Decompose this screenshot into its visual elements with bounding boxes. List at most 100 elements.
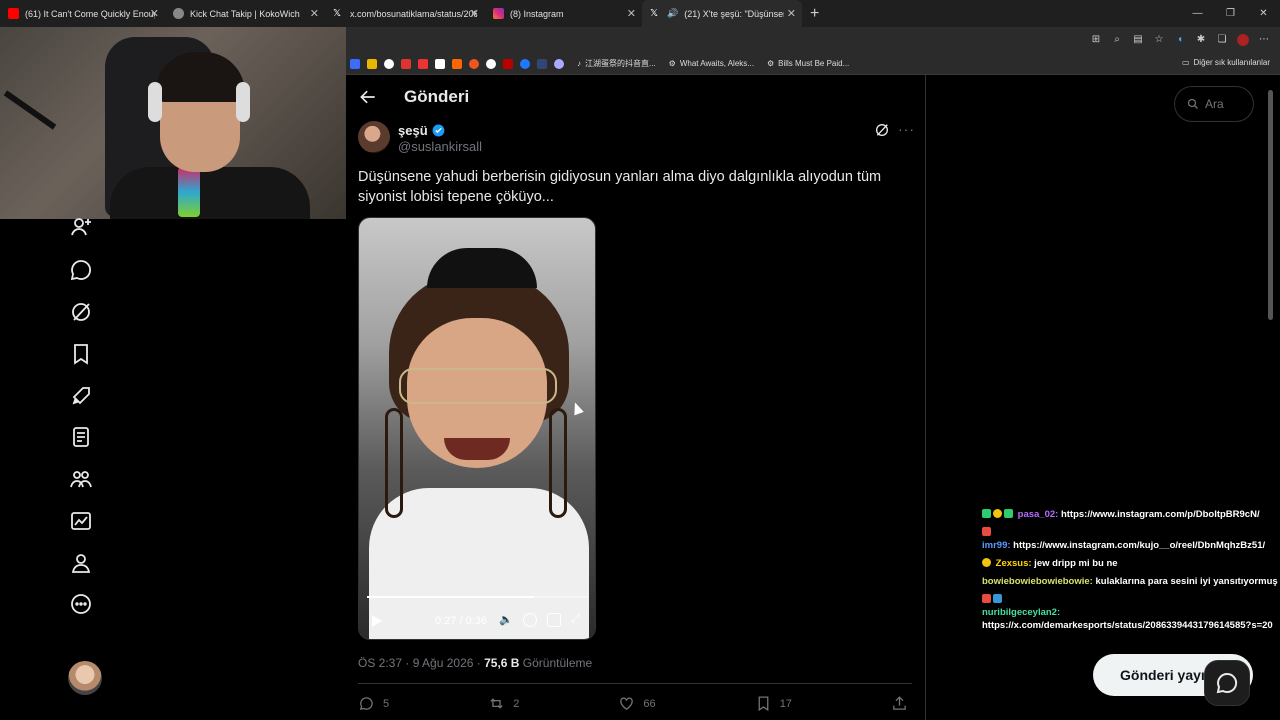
settings-icon[interactable] <box>523 613 537 627</box>
chat-message: nuribilgeceylan2: https://x.com/demarkes… <box>982 593 1278 632</box>
messages-button[interactable] <box>1204 660 1250 706</box>
reader-icon[interactable]: ▤ <box>1132 34 1144 46</box>
chat-icon[interactable] <box>69 258 93 282</box>
close-tab-icon[interactable]: ✕ <box>310 7 319 20</box>
browser-tab-kick-chat[interactable]: Kick Chat Takip | KokoWich ✕ <box>165 0 325 27</box>
reply-button[interactable]: 5 <box>358 695 389 712</box>
stream-chat-overlay: pasa_02: https://www.instagram.com/p/Dbo… <box>982 508 1278 637</box>
video-player[interactable]: 0:27 / 0:36 🔈 ⤢ <box>358 217 596 640</box>
heart-icon <box>620 697 634 710</box>
divider <box>358 683 912 684</box>
bookmark-item[interactable]: ♪ 江湖蛋祭的抖音直... <box>577 58 656 69</box>
bookmark-item[interactable]: ⚙ Bills Must Be Paid... <box>767 59 849 68</box>
browser-tab-x-post-active[interactable]: 𝕏 🔊 (21) X'te şeşü: "Düşünsene ya ✕ <box>642 0 802 27</box>
bookmark-favicon[interactable] <box>520 58 530 69</box>
post-detail-column: Gönderi şeşü @suslankirsall ··· Düşünsen… <box>346 75 926 720</box>
bookmark-favicon[interactable] <box>452 58 462 69</box>
chat-message: pasa_02: https://www.instagram.com/p/Dbo… <box>982 508 1278 521</box>
follow-icon[interactable] <box>69 215 93 239</box>
more-options-icon[interactable]: ··· <box>898 121 915 137</box>
browser-tab-x-status[interactable]: 𝕏 x.com/bosunatiklama/status/2086 ✕ <box>325 0 485 27</box>
bookmark-favicon[interactable] <box>401 58 411 69</box>
repost-button[interactable]: 2 <box>488 695 519 712</box>
steam-icon: ⚙ <box>766 59 775 68</box>
repost-icon <box>490 698 503 709</box>
favorite-star-icon[interactable]: ☆ <box>1153 34 1165 46</box>
headphone-left <box>148 82 162 122</box>
close-tab-icon[interactable]: ✕ <box>470 7 479 20</box>
bookmark-favicon[interactable] <box>469 58 479 69</box>
like-button[interactable]: 66 <box>618 695 656 712</box>
video-control-icons: 🔈 ⤢ <box>499 613 585 627</box>
communities-icon[interactable] <box>69 467 93 491</box>
youtube-icon <box>8 8 19 19</box>
play-icon[interactable] <box>371 614 383 628</box>
extensions-icon[interactable]: ✱ <box>1195 34 1207 46</box>
back-arrow-icon[interactable] <box>358 87 378 107</box>
volume-icon[interactable]: 🔈 <box>499 613 513 627</box>
read-aloud-icon[interactable]: ◖ <box>1174 34 1186 46</box>
speaker-icon[interactable]: 🔊 <box>667 8 678 19</box>
other-bookmarks[interactable]: ▭ Diğer sık kullanılanlar <box>1182 58 1270 67</box>
grok-icon[interactable] <box>874 122 890 138</box>
headphone-right <box>236 82 250 122</box>
author-handle[interactable]: @suslankirsall <box>398 139 482 154</box>
rocket-icon[interactable] <box>69 384 93 408</box>
profile-icon[interactable] <box>69 551 93 575</box>
collections-icon[interactable]: ❏ <box>1216 34 1228 46</box>
instagram-icon <box>493 8 504 19</box>
bookmark-item[interactable]: ⚙ What Awaits, Aleks... <box>669 59 754 68</box>
video-subject-glasses <box>399 368 557 404</box>
x-logo-icon: 𝕏 <box>333 8 342 19</box>
bookmark-favicon[interactable] <box>554 58 564 69</box>
bookmark-button[interactable]: 17 <box>755 695 792 712</box>
close-window-icon[interactable]: ✕ <box>1247 0 1280 27</box>
author-avatar[interactable] <box>358 121 390 153</box>
bookmarks-bar: ♪ 江湖蛋祭的抖音直... ⚙ What Awaits, Aleks... ⚙ … <box>346 53 1280 75</box>
video-progress-bar[interactable] <box>367 596 589 598</box>
more-circle-icon[interactable] <box>69 592 93 616</box>
chat-badge-icon <box>982 594 991 603</box>
x-logo-icon: 𝕏 <box>650 8 659 19</box>
bookmark-favicon[interactable] <box>435 58 445 69</box>
grok-icon[interactable] <box>69 300 93 324</box>
author-name[interactable]: şeşü <box>398 123 445 138</box>
chat-badge-icon <box>982 509 991 518</box>
video-controls: 0:27 / 0:36 🔈 ⤢ <box>359 610 595 632</box>
bookmark-favicon[interactable] <box>537 58 547 69</box>
bookmark-favicon[interactable] <box>486 58 496 69</box>
bookmark-favicon[interactable] <box>384 58 394 69</box>
page-title: Gönderi <box>404 87 470 106</box>
bookmark-favicon[interactable] <box>367 58 377 69</box>
zoom-icon[interactable]: ⌕ <box>1111 34 1123 46</box>
post-header: Gönderi <box>346 75 926 119</box>
bookmark-favicon[interactable] <box>350 58 360 69</box>
bookmark-favicon[interactable] <box>503 58 513 69</box>
browser-tab-instagram[interactable]: (8) Instagram ✕ <box>485 0 642 27</box>
share-icon <box>893 696 906 710</box>
analytics-icon[interactable] <box>69 509 93 533</box>
search-input[interactable]: Ara <box>1174 86 1254 122</box>
browser-toolbar: ⊞ ⌕ ▤ ☆ ◖ ✱ ❏ ⋯ <box>346 27 1280 53</box>
fullscreen-icon[interactable]: ⤢ <box>571 613 585 627</box>
apps-icon[interactable]: ⊞ <box>1090 34 1102 46</box>
page-scrollbar[interactable] <box>1268 90 1273 320</box>
minimize-icon[interactable]: — <box>1181 0 1214 27</box>
close-tab-icon[interactable]: ✕ <box>150 7 159 20</box>
restore-icon[interactable]: ❐ <box>1214 0 1247 27</box>
menu-dots-icon[interactable]: ⋯ <box>1258 34 1270 46</box>
bookmark-icon[interactable] <box>69 342 93 366</box>
close-tab-icon[interactable]: ✕ <box>787 7 796 20</box>
account-avatar[interactable] <box>68 661 102 695</box>
chat-badge-icon <box>993 509 1002 518</box>
profile-avatar[interactable] <box>1237 34 1249 46</box>
new-tab-button[interactable]: + <box>802 5 827 23</box>
tweet-text: Düşünsene yahudi berberisin gidiyosun ya… <box>358 169 882 205</box>
bookmark-favicon[interactable] <box>418 58 428 69</box>
share-button[interactable] <box>891 695 908 712</box>
lists-icon[interactable] <box>69 425 93 449</box>
tweet-actions: 5 2 66 17 <box>358 695 912 712</box>
pip-icon[interactable] <box>547 613 561 627</box>
close-tab-icon[interactable]: ✕ <box>627 7 636 20</box>
browser-tab-youtube[interactable]: (61) It Can't Come Quickly Enough ✕ <box>0 0 165 27</box>
